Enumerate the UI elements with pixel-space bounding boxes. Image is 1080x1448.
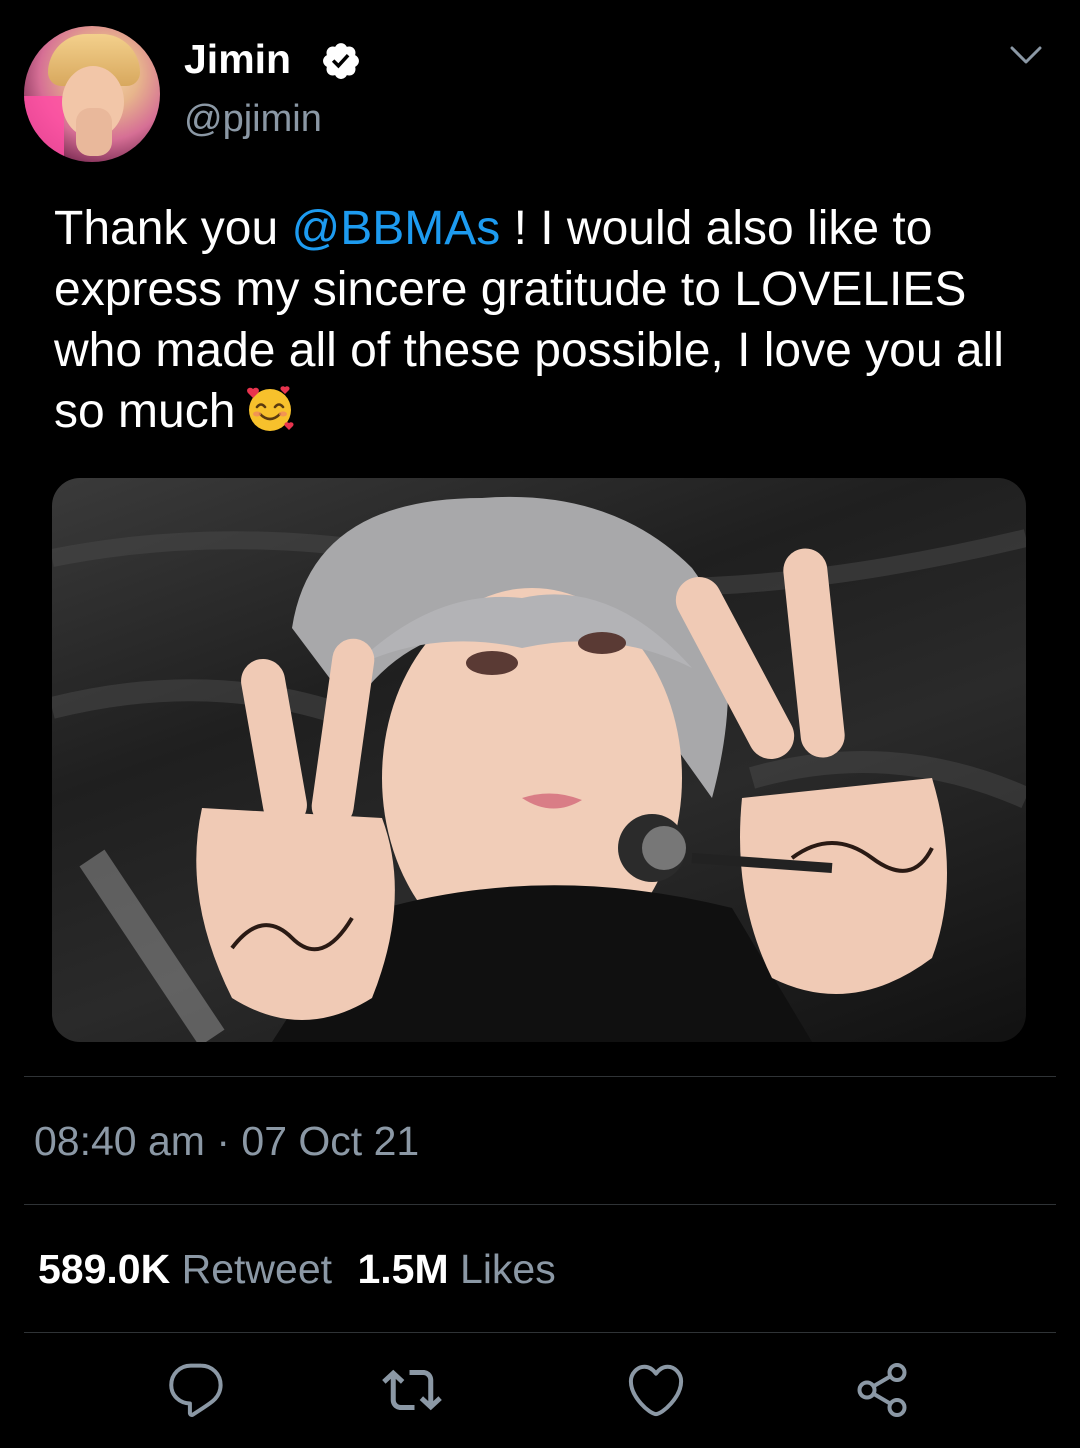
display-name[interactable]: Jimin bbox=[184, 36, 291, 83]
tweet-stats: 589.0K Retweet 1.5M Likes bbox=[38, 1246, 556, 1293]
divider-bottom bbox=[24, 1332, 1056, 1333]
avatar-hand bbox=[76, 108, 112, 156]
tweet-timestamp[interactable]: 08:40 am · 07 Oct 21 bbox=[34, 1118, 419, 1165]
photo-illustration bbox=[52, 496, 1026, 1042]
likes-stat[interactable]: 1.5M Likes bbox=[357, 1246, 555, 1293]
like-icon[interactable] bbox=[626, 1360, 686, 1420]
avatar[interactable] bbox=[24, 26, 160, 162]
tweet-date: 07 Oct 21 bbox=[241, 1118, 420, 1164]
retweet-stat[interactable]: 589.0K Retweet bbox=[38, 1246, 332, 1293]
divider-middle bbox=[24, 1204, 1056, 1205]
likes-count: 1.5M bbox=[357, 1246, 449, 1292]
mention-link[interactable]: @BBMAs bbox=[291, 202, 500, 255]
tweet-photo[interactable] bbox=[52, 478, 1026, 1042]
retweet-icon[interactable] bbox=[382, 1360, 442, 1420]
chevron-down-icon[interactable] bbox=[1006, 42, 1046, 70]
retweet-label: Retweet bbox=[181, 1246, 333, 1292]
tweet-header: Jimin @pjimin bbox=[24, 26, 1056, 166]
user-handle[interactable]: @pjimin bbox=[184, 98, 322, 141]
verified-badge-icon bbox=[323, 43, 359, 79]
retweet-count: 589.0K bbox=[38, 1246, 171, 1292]
tweet-text-intro: Thank you bbox=[54, 202, 292, 255]
avatar-background bbox=[24, 96, 64, 162]
smiling-face-with-hearts-emoji-icon bbox=[247, 386, 294, 431]
likes-label: Likes bbox=[460, 1246, 556, 1292]
tweet-text: Thank you @BBMAs ! I would also like to … bbox=[54, 198, 1044, 442]
action-bar bbox=[0, 1360, 1080, 1420]
reply-icon[interactable] bbox=[166, 1360, 226, 1420]
share-icon[interactable] bbox=[852, 1360, 912, 1420]
timestamp-separator: · bbox=[216, 1118, 231, 1164]
divider-top bbox=[24, 1076, 1056, 1077]
tweet-time: 08:40 am bbox=[34, 1118, 205, 1164]
